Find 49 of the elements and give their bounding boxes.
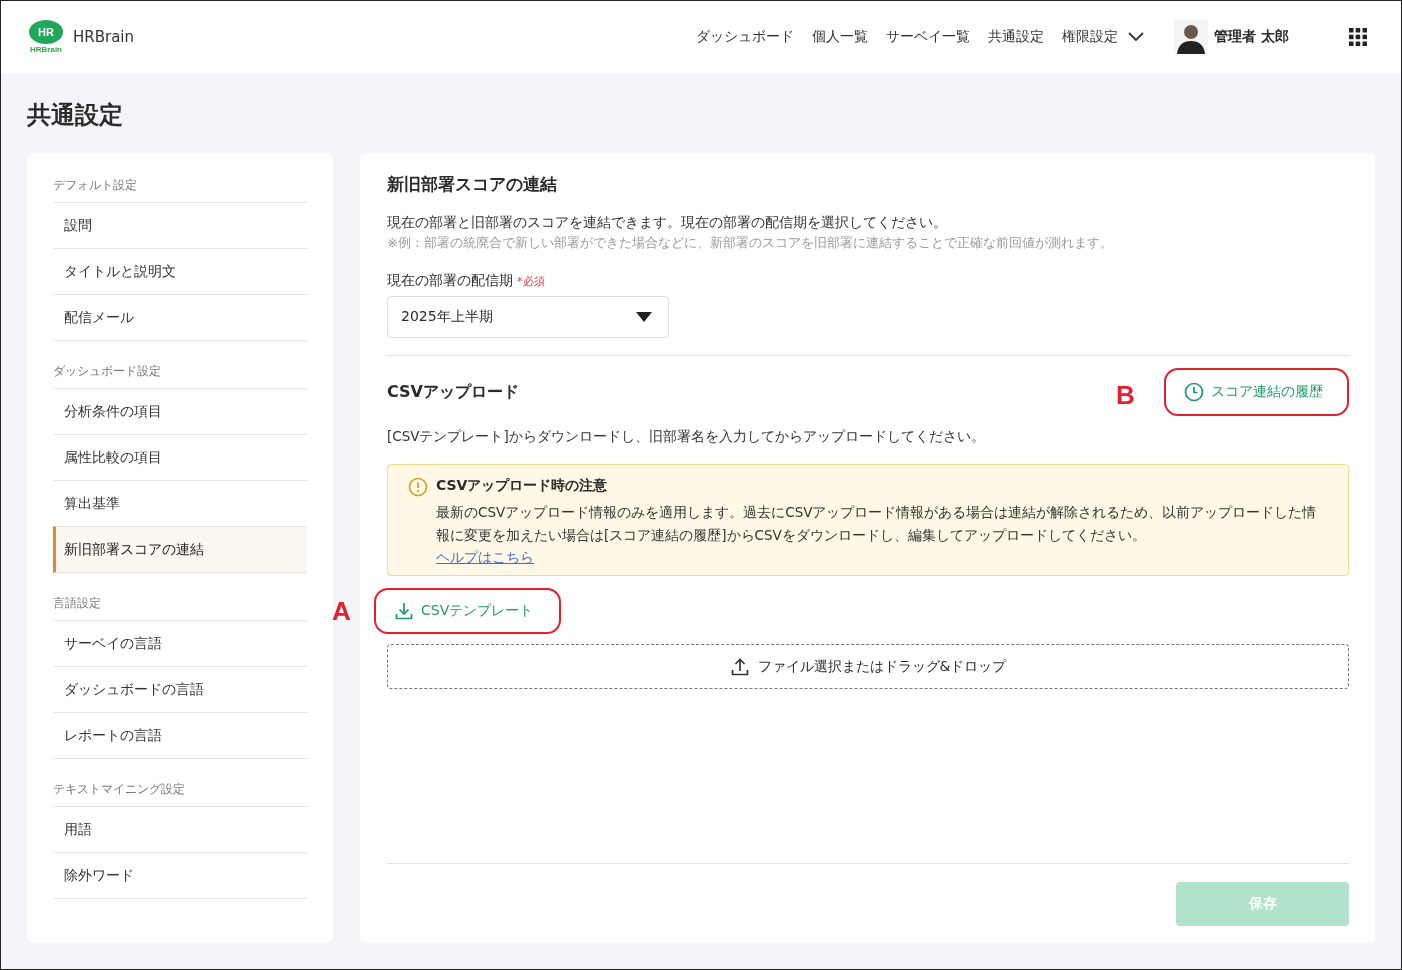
example-note: ※例：部署の統廃合で新しい部署ができた場合などに、新部署のスコアを旧部署に連結することで正確な前回値が測れます。: [387, 234, 1114, 252]
nav-link[interactable]: 共通設定: [988, 28, 1045, 46]
callout-label: B: [1116, 380, 1135, 411]
warning-icon: [408, 477, 428, 497]
logo-mark: HR: [29, 20, 63, 44]
sidebar-item[interactable]: 属性比較の項目: [53, 434, 307, 480]
nav-link[interactable]: 権限設定: [1062, 28, 1145, 46]
sidebar-heading: テキストマイニング設定: [53, 781, 186, 798]
sidebar-heading: 言語設定: [53, 595, 102, 612]
sidebar-item[interactable]: サーベイの言語: [53, 620, 307, 666]
instruction-text: [CSVテンプレート]からダウンロードし、旧部署名を入力してからアップロードしてください。: [387, 428, 986, 446]
nav-link[interactable]: 個人一覧: [812, 28, 869, 46]
sidebar-item[interactable]: レポートの言語: [53, 712, 307, 759]
sidebar-heading: デフォルト設定: [53, 177, 138, 194]
brand-name: HRBrain: [73, 28, 135, 46]
logo-subtext: HRBrain: [30, 45, 62, 54]
sidebar-item[interactable]: 配信メール: [53, 294, 307, 341]
upload-icon: [729, 656, 750, 677]
callout-label: A: [332, 596, 351, 627]
file-dropzone[interactable]: ファイル選択またはドラッグ&ドロップ: [387, 644, 1349, 689]
sidebar-item[interactable]: ダッシュボードの言語: [53, 666, 307, 712]
section-title: 新旧部署スコアの連結: [387, 173, 558, 196]
notice-text: 最新のCSVアップロード情報のみを適用します。過去にCSVアップロード情報がある場合は連結が解除されるため、以前アップロードした情報に変更を加えたい場合は[スコア連結の履歴]からCSVをダウンロードし、編集してアップロードしてください。: [436, 503, 1318, 545]
clock-icon: [1184, 382, 1204, 402]
period-select[interactable]: 2025年上半期: [387, 296, 669, 338]
description: 現在の部署と旧部署のスコアを連結できます。現在の部署の配信期を選択してください。: [387, 214, 948, 232]
required-mark: *必須: [517, 274, 545, 289]
sidebar-item[interactable]: タイトルと説明文: [53, 248, 307, 294]
user-name[interactable]: 管理者 太郎: [1214, 28, 1289, 46]
nav-link[interactable]: サーベイ一覧: [886, 28, 971, 46]
field-label: 現在の部署の配信期: [387, 272, 513, 290]
page-title: 共通設定: [27, 100, 124, 131]
sidebar-item[interactable]: 設問: [53, 202, 307, 248]
avatar[interactable]: [1174, 20, 1209, 54]
nav-link[interactable]: ダッシュボード: [696, 28, 795, 46]
help-link[interactable]: ヘルプはこちら: [436, 549, 534, 565]
sidebar-item[interactable]: 除外ワード: [53, 852, 307, 899]
sidebar-item[interactable]: 分析条件の項目: [53, 388, 307, 434]
apps-grid-icon[interactable]: [1349, 28, 1367, 46]
chevron-down-icon: [1128, 32, 1145, 42]
notice-title: CSVアップロード時の注意: [436, 477, 609, 495]
section-title: CSVアップロード: [387, 381, 519, 403]
history-button[interactable]: スコア連結の履歴: [1164, 368, 1343, 416]
caret-icon: [636, 312, 652, 322]
csv-template-button[interactable]: CSVテンプレート: [374, 588, 562, 634]
sidebar-item[interactable]: 用語: [53, 806, 307, 852]
download-icon: [394, 601, 414, 621]
sidebar-heading: ダッシュボード設定: [53, 363, 162, 380]
sidebar-item[interactable]: 新旧部署スコアの連結: [53, 526, 307, 573]
